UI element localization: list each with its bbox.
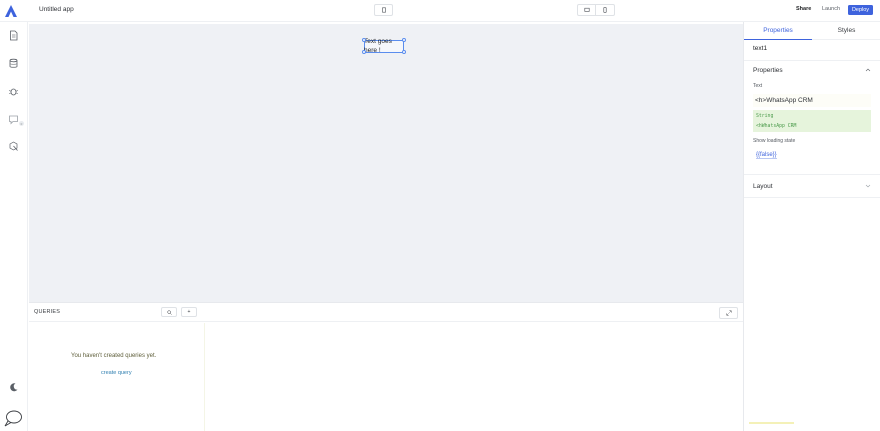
divider xyxy=(744,197,880,198)
chat-support-icon[interactable] xyxy=(3,409,23,427)
component-name[interactable]: text1 xyxy=(753,45,767,52)
debugger-icon[interactable] xyxy=(8,86,19,97)
resize-handle-bottom-right[interactable] xyxy=(402,50,406,54)
decorative-stripe xyxy=(749,422,794,424)
create-query-link[interactable]: create query xyxy=(101,370,132,376)
version-button[interactable] xyxy=(374,4,393,16)
share-button[interactable]: Share xyxy=(796,6,811,12)
mobile-view-button[interactable] xyxy=(595,4,615,16)
divider xyxy=(744,60,880,61)
queries-panel: QUERIES + You haven't created queries ye… xyxy=(29,302,743,431)
resize-handle-top-right[interactable] xyxy=(402,38,406,42)
divider xyxy=(744,174,880,175)
search-queries-button[interactable] xyxy=(161,307,177,317)
loading-state-input[interactable]: {{false}} xyxy=(756,152,777,159)
search-icon xyxy=(166,309,172,315)
resize-handle-bottom-left[interactable] xyxy=(362,50,366,54)
text-property-input[interactable]: <h>WhatsApp CRM xyxy=(753,94,871,107)
chevron-up-icon[interactable] xyxy=(865,67,871,73)
deploy-button[interactable]: Deploy xyxy=(848,5,873,15)
properties-section-title[interactable]: Properties xyxy=(753,67,783,74)
document-icon xyxy=(381,7,386,13)
expand-icon xyxy=(726,310,731,316)
desktop-icon xyxy=(584,7,590,12)
tab-properties[interactable]: Properties xyxy=(744,22,812,40)
tab-styles[interactable]: Styles xyxy=(812,22,880,40)
queries-title: QUERIES xyxy=(34,309,61,315)
app-root: Untitled app Share Launch Deploy 0 Text … xyxy=(0,0,880,431)
app-title[interactable]: Untitled app xyxy=(39,6,74,13)
layout-section-title[interactable]: Layout xyxy=(753,183,773,190)
loading-state-label: Show loading state xyxy=(753,138,796,144)
add-query-button[interactable]: + xyxy=(181,307,197,317)
text-value-preview: String <hWhatsApp CRM xyxy=(753,110,871,132)
resize-handle-top-left[interactable] xyxy=(362,38,366,42)
mobile-icon xyxy=(603,7,607,13)
top-header: Untitled app Share Launch Deploy xyxy=(0,0,880,22)
desktop-view-button[interactable] xyxy=(577,4,596,16)
expand-queries-button[interactable] xyxy=(719,307,738,319)
app-logo-icon[interactable] xyxy=(4,4,18,18)
preview-value: <hWhatsApp CRM xyxy=(756,124,797,129)
text-widget-content[interactable]: Text goes here ! xyxy=(364,37,398,55)
empty-queries-message: You haven't created queries yet. xyxy=(71,353,157,359)
inspector-icon[interactable] xyxy=(8,141,19,152)
comments-badge: 0 xyxy=(19,121,24,126)
inspector-panel: Properties Styles text1 Properties Text … xyxy=(743,22,880,431)
database-icon[interactable] xyxy=(8,58,19,69)
app-canvas[interactable] xyxy=(29,24,743,302)
preview-type: String xyxy=(756,114,774,119)
comments-icon[interactable] xyxy=(8,114,19,125)
pages-icon[interactable] xyxy=(8,30,19,41)
chevron-down-icon[interactable] xyxy=(865,183,871,189)
left-sidebar: 0 xyxy=(0,22,28,431)
queries-toolbar: QUERIES + xyxy=(29,303,743,322)
launch-button[interactable]: Launch xyxy=(822,6,840,12)
text-field-label: Text xyxy=(753,83,763,89)
queries-list: You haven't created queries yet. create … xyxy=(29,323,205,431)
dark-mode-icon[interactable] xyxy=(8,382,19,393)
